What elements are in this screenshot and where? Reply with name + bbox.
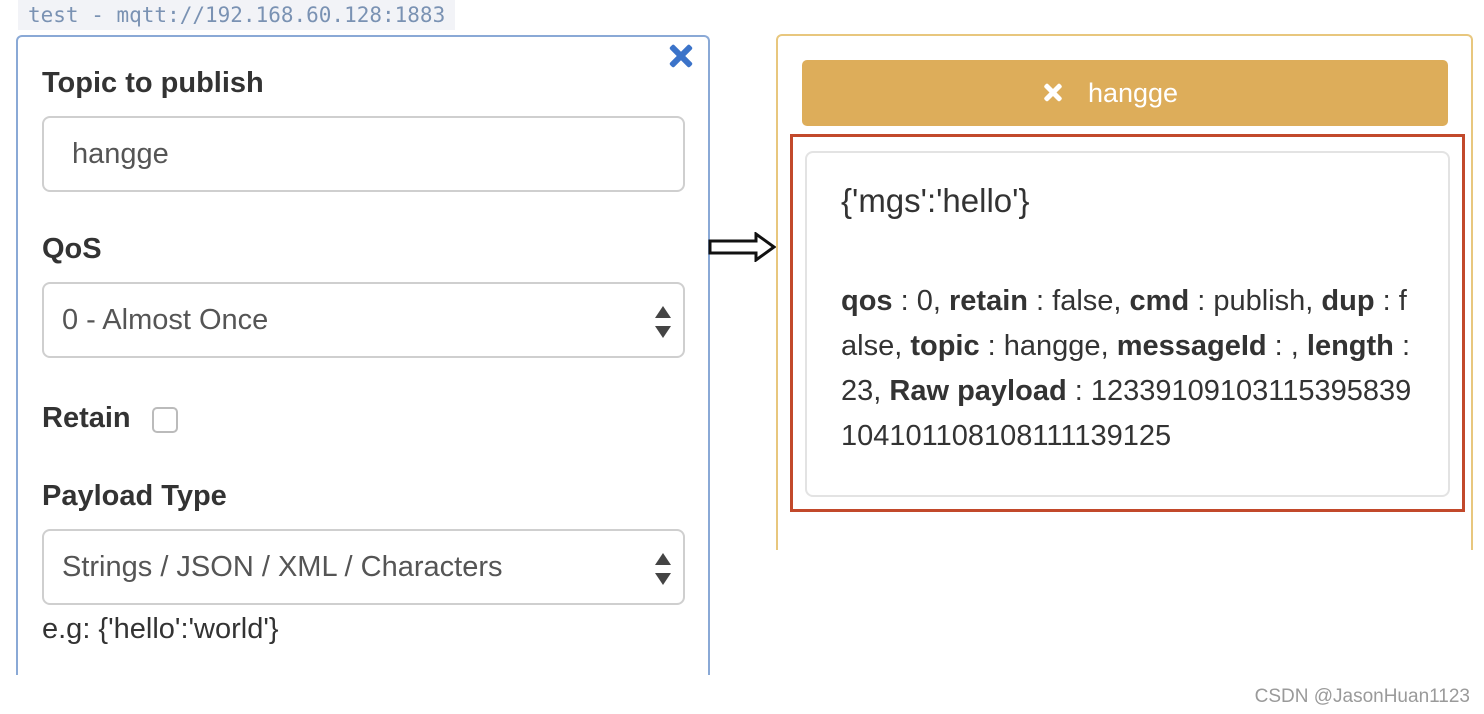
meta-key: dup [1321, 285, 1375, 317]
meta-key: qos [841, 285, 893, 317]
topic-label: Topic to publish [42, 67, 264, 99]
retain-label: Retain [42, 402, 131, 434]
subscription-panel: hangge {'mgs':'hello'} qos : 0, retain :… [776, 34, 1473, 550]
arrow-right-icon [708, 232, 777, 262]
meta-key: retain [949, 285, 1028, 317]
qos-selected-value: 0 - Almost Once [62, 304, 269, 336]
meta-key: length [1306, 330, 1394, 362]
connection-label: test - mqtt://192.168.60.128:1883 [18, 0, 456, 30]
meta-value: false [1052, 285, 1114, 317]
highlight-frame: {'mgs':'hello'} qos : 0, retain : false,… [790, 134, 1465, 512]
retain-checkbox[interactable] [152, 407, 178, 433]
qos-label: QoS [42, 233, 102, 265]
meta-value: 0 [916, 285, 933, 317]
select-arrows-icon [655, 553, 671, 585]
payload-type-select[interactable]: Strings / JSON / XML / Characters [42, 529, 685, 605]
payload-hint: e.g: {'hello':'world'} [42, 613, 279, 645]
message-payload: {'mgs':'hello'} [841, 182, 1030, 219]
x-icon [1042, 82, 1064, 104]
meta-key: topic [910, 330, 980, 362]
payload-type-selected-value: Strings / JSON / XML / Characters [62, 551, 503, 583]
message-card: {'mgs':'hello'} qos : 0, retain : false,… [805, 151, 1450, 497]
meta-key: messageId [1116, 330, 1267, 362]
subscribed-topic-label: hangge [1087, 78, 1179, 108]
payload-type-label: Payload Type [42, 480, 227, 512]
unsubscribe-topic-button[interactable]: hangge [802, 60, 1448, 126]
meta-value: 23 [841, 375, 874, 407]
watermark: CSDN @JasonHuan1123 [1254, 686, 1470, 707]
select-arrows-icon [655, 306, 671, 338]
meta-key: cmd [1129, 285, 1190, 317]
qos-select[interactable]: 0 - Almost Once [42, 282, 685, 358]
meta-value: publish [1213, 285, 1306, 317]
publish-panel: Topic to publish hangge QoS 0 - Almost O… [16, 35, 710, 675]
meta-key: Raw payload [889, 375, 1067, 407]
topic-input[interactable]: hangge [42, 116, 685, 192]
close-icon[interactable] [666, 41, 696, 71]
screenshot-stage: test - mqtt://192.168.60.128:1883 Topic … [0, 0, 1484, 714]
meta-value: hangge [1003, 330, 1101, 362]
message-meta: qos : 0, retain : false, cmd : publish, … [841, 285, 1412, 452]
